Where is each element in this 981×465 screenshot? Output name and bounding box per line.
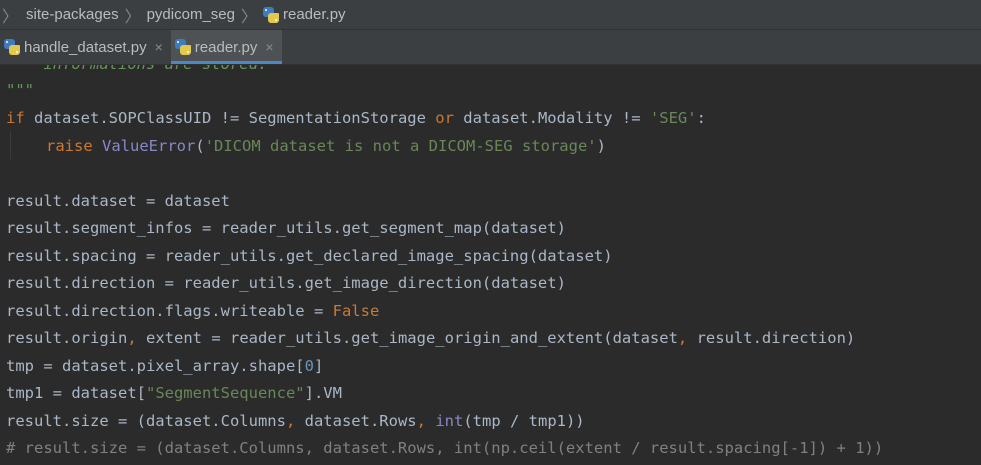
close-icon[interactable]: × xyxy=(155,39,163,55)
code-line-if: if dataset.SOPClassUID != SegmentationSt… xyxy=(6,109,706,127)
breadcrumb-separator-icon: 〉 xyxy=(240,8,257,26)
tab-reader-py[interactable]: reader.py × xyxy=(170,30,282,64)
breadcrumb-item-site-packages[interactable]: site-packages xyxy=(26,6,119,23)
breadcrumb-item-reader-py[interactable]: reader.py xyxy=(263,6,346,23)
breadcrumb-item-pydicom-seg[interactable]: pydicom_seg xyxy=(147,6,235,23)
code-line-writeable: result.direction.flags.writeable = False xyxy=(6,302,380,320)
tab-label: handle_dataset.py xyxy=(24,38,147,56)
code-line-origin: result.origin, extent = reader_utils.get… xyxy=(6,329,856,347)
code-line: result.direction = reader_utils.get_imag… xyxy=(6,274,566,292)
close-icon[interactable]: × xyxy=(265,39,273,55)
code-line: result.dataset = dataset xyxy=(6,192,230,210)
breadcrumb-separator-icon: 〉 xyxy=(124,8,141,26)
breadcrumb: 〉 site-packages 〉 pydicom_seg 〉 reader.p… xyxy=(0,0,981,30)
code-line-raise: raise ValueError('DICOM dataset is not a… xyxy=(46,137,606,155)
code-line-docstring-end: """ xyxy=(6,81,34,99)
code-line-docstring: informations are stored. xyxy=(6,65,267,78)
code-line: result.segment_infos = reader_utils.get_… xyxy=(6,219,566,237)
code-line-tmp1: tmp1 = dataset["SegmentSequence"].VM xyxy=(6,384,342,402)
code-line-tmp: tmp = dataset.pixel_array.shape[0] xyxy=(6,357,324,375)
indent-guide xyxy=(10,131,11,159)
code-line-size: result.size = (dataset.Columns, dataset.… xyxy=(6,412,585,430)
breadcrumb-separator-icon: 〉 xyxy=(2,8,19,26)
python-file-icon xyxy=(263,6,279,23)
tab-label: reader.py xyxy=(194,38,258,56)
code-line-comment: # result.size = (dataset.Columns, datase… xyxy=(6,439,884,457)
code-editor[interactable]: informations are stored. """ if dataset.… xyxy=(0,65,981,465)
python-file-icon xyxy=(174,39,191,55)
python-file-icon xyxy=(4,39,20,55)
code-line: result.spacing = reader_utils.get_declar… xyxy=(6,247,613,265)
tab-handle-dataset-py[interactable]: handle_dataset.py × xyxy=(0,30,171,64)
editor-tab-bar: handle_dataset.py × reader.py × xyxy=(0,30,981,65)
